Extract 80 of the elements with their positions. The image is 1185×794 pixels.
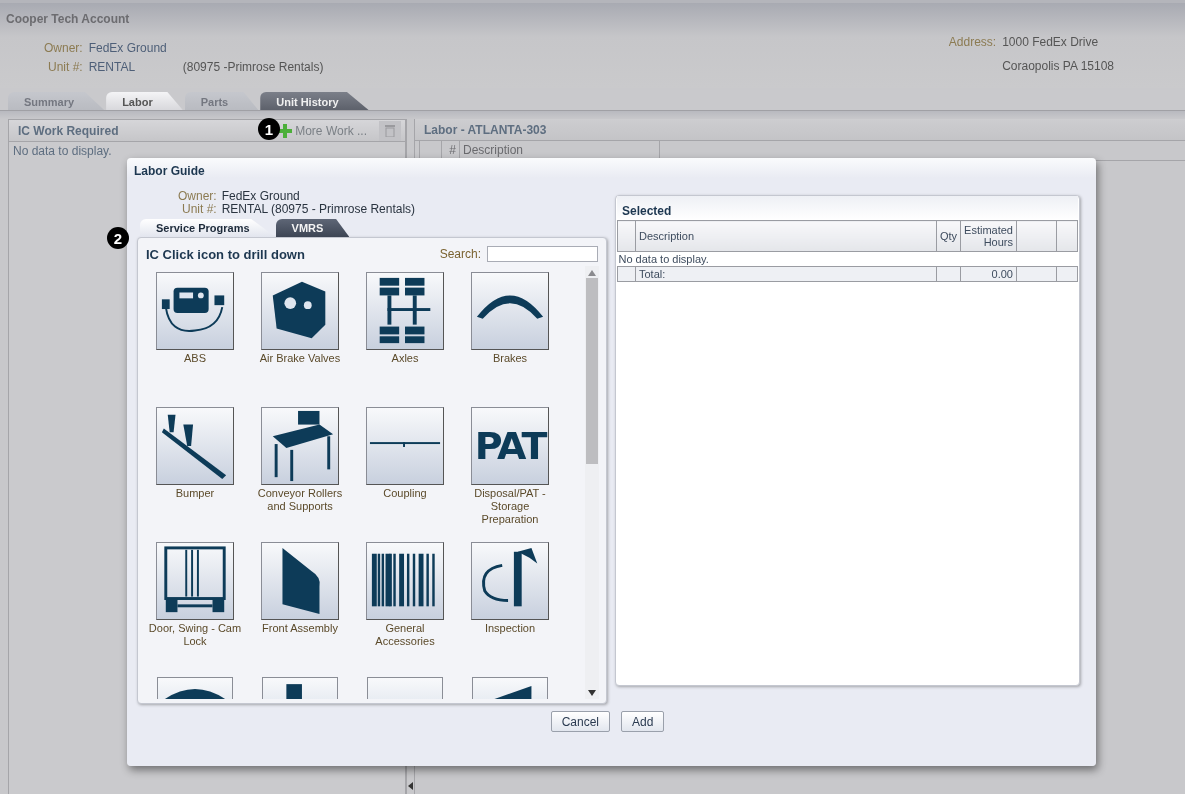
category-tile[interactable] [366, 272, 444, 350]
category-icon [369, 442, 441, 447]
collapse-arrow-icon [408, 782, 413, 790]
panel-title: IC Work Required [18, 123, 119, 138]
tab[interactable]: VMRS [275, 219, 350, 237]
category-tile[interactable] [366, 407, 444, 485]
category-label: Coupling [382, 487, 428, 500]
category-tile[interactable] [156, 407, 234, 485]
category-icon [272, 281, 326, 339]
trash-icon [385, 124, 395, 137]
field-value: RENTAL [88, 60, 137, 74]
scroll-up-arrow-icon[interactable] [588, 270, 596, 276]
column-header: Description [635, 220, 937, 252]
category-label: Disposal/PAT - Storage Preparation [473, 487, 547, 526]
scroll-down-arrow-icon[interactable] [588, 690, 596, 696]
account-title: Cooper Tech Account [6, 12, 131, 26]
field-label: Owner: [178, 190, 217, 203]
category-tile[interactable] [261, 542, 339, 620]
category-label: Front Assembly [261, 622, 339, 635]
search-field[interactable] [487, 246, 598, 262]
category-icon [379, 277, 431, 344]
category-icon [286, 684, 302, 699]
column-header: Qty [936, 220, 961, 252]
tab[interactable]: Service Programs [140, 219, 276, 237]
category-icon [482, 547, 538, 607]
total-label: Total: [635, 266, 937, 282]
category-label: Brakes [491, 352, 529, 365]
category-label: Axles [390, 352, 420, 365]
field-label: Address: [948, 35, 997, 49]
category-icon [161, 414, 227, 480]
category-tile[interactable] [367, 677, 443, 699]
panel-title: IC Click icon to drill down [146, 246, 306, 262]
category-tile[interactable] [261, 272, 339, 350]
empty-message: No data to display. [12, 143, 113, 160]
field-value: RENTAL (80975 - Primrose Rentals) [221, 203, 416, 216]
tab[interactable]: Unit History [260, 92, 369, 110]
category-label: Air Brake Valves [258, 352, 342, 365]
category-icon [163, 689, 227, 699]
field-label: Owner: [44, 41, 83, 55]
category-tile[interactable] [366, 542, 444, 620]
category-tile[interactable] [471, 542, 549, 620]
category-icon [282, 547, 320, 615]
column-header: Estimated Hours [960, 220, 1017, 252]
category-tile[interactable] [156, 272, 234, 350]
category-label: General Accessories [374, 622, 436, 648]
category-label: ABS [183, 352, 207, 365]
field-label: Unit #: [47, 60, 83, 74]
category-tile[interactable] [262, 677, 338, 699]
dialog-title: Labor Guide [134, 164, 206, 178]
scrollbar[interactable] [585, 266, 599, 699]
panel-title: Labor - ATLANTA-303 [424, 122, 547, 137]
tile-icon-text: PAT [474, 427, 546, 465]
category-icon [371, 553, 435, 607]
search-label: Search: [439, 247, 481, 261]
category-label: Inspection [483, 622, 537, 635]
category-tile[interactable]: PAT [471, 407, 549, 485]
address-line: 1000 FedEx Drive [1002, 35, 1100, 49]
field-value: FedEx Ground [88, 41, 167, 55]
field-value: FedEx Ground [221, 190, 301, 203]
category-icon [161, 287, 225, 332]
plus-icon [278, 123, 293, 138]
dialog-button[interactable]: Add [621, 711, 665, 732]
category-icon [476, 295, 544, 319]
empty-message: No data to display. [617, 251, 1078, 267]
category-icon [272, 410, 334, 482]
category-icon [164, 546, 226, 613]
category-tile[interactable] [472, 677, 548, 699]
category-tile[interactable] [261, 407, 339, 485]
dialog-button[interactable]: Cancel [550, 711, 610, 732]
category-label: Conveyor Rollers and Supports [256, 487, 344, 513]
field-label: Unit #: [181, 203, 217, 216]
category-tile[interactable] [157, 677, 233, 699]
total-hours: 0.00 [960, 266, 1017, 282]
tab[interactable]: Labor [106, 92, 183, 110]
category-tile[interactable] [471, 272, 549, 350]
category-tile[interactable] [156, 542, 234, 620]
category-label: Bumper [174, 487, 216, 500]
field-value: (80975 -Primrose Rentals) [182, 60, 324, 74]
category-label: Door, Swing - Cam Lock [147, 622, 243, 648]
address-line: Coraopolis PA 15108 [1002, 59, 1114, 73]
